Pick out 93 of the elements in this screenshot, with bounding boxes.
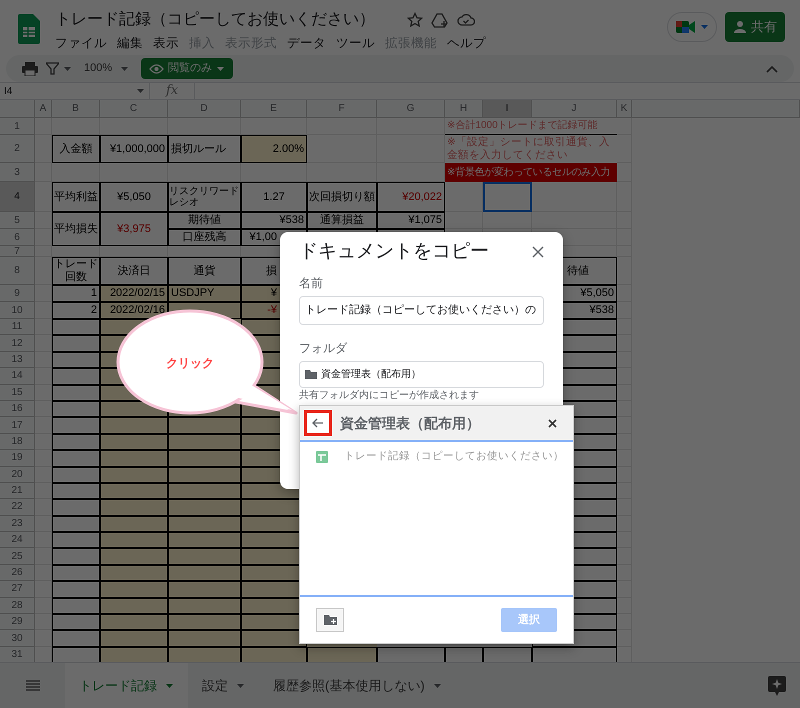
folder-note: 共有フォルダ内にコピーが作成されます bbox=[299, 390, 480, 402]
function-label: fx bbox=[150, 83, 196, 99]
table-cell: 1 bbox=[52, 285, 100, 302]
table-cell: 通貨 bbox=[168, 257, 241, 285]
table-cell: ¥20,022 bbox=[377, 182, 445, 212]
row-header[interactable]: 28 bbox=[0, 598, 35, 614]
table-cell: 1.27 bbox=[241, 182, 307, 212]
zoom-select[interactable]: 100% bbox=[80, 59, 134, 78]
table-cell: トレード回数 bbox=[52, 257, 100, 285]
row-header[interactable]: 29 bbox=[0, 614, 35, 630]
name-box[interactable]: I4 bbox=[0, 83, 150, 99]
folder-field[interactable]: 資金管理表（配布用） bbox=[299, 361, 544, 388]
table-cell: ¥3,975 bbox=[100, 212, 168, 246]
column-header[interactable]: G bbox=[377, 100, 445, 118]
row-header[interactable]: 25 bbox=[0, 548, 35, 565]
table-cell: 期待値 bbox=[168, 212, 241, 229]
row-header[interactable]: 26 bbox=[0, 564, 35, 582]
menu-item[interactable]: 編集 bbox=[112, 34, 148, 53]
table-cell: 2 bbox=[52, 302, 100, 319]
warning-banner: ※背景色が変わっているセルのみ入力 bbox=[445, 163, 617, 182]
column-header[interactable]: B bbox=[52, 100, 100, 118]
table-cell: 損切ルール bbox=[168, 135, 241, 163]
column-header[interactable]: D bbox=[168, 100, 241, 118]
row-header[interactable]: 12 bbox=[0, 335, 35, 352]
column-header[interactable]: H bbox=[445, 100, 483, 118]
table-cell: 通算損益 bbox=[307, 212, 377, 229]
menu-item[interactable]: 表示 bbox=[148, 34, 184, 53]
row-header[interactable]: 9 bbox=[0, 285, 35, 302]
table-cell: リスクリワードレシオ bbox=[168, 182, 241, 212]
row-header[interactable]: 20 bbox=[0, 466, 35, 483]
row-header[interactable]: 13 bbox=[0, 352, 35, 368]
row-header[interactable]: 8 bbox=[0, 257, 35, 285]
row-header[interactable]: 7 bbox=[0, 246, 35, 257]
row-header[interactable]: 30 bbox=[0, 630, 35, 647]
row-header[interactable]: 5 bbox=[0, 212, 35, 229]
row-header[interactable]: 27 bbox=[0, 581, 35, 598]
column-header[interactable]: A bbox=[35, 100, 52, 118]
table-cell: 平均損失 bbox=[52, 212, 100, 246]
field-label: フォルダ bbox=[299, 341, 348, 355]
cell-reference: I4 bbox=[4, 84, 12, 98]
note-text: ※合計1000トレードまで記録可能 bbox=[445, 118, 617, 135]
table-cell: USDJPY bbox=[168, 285, 241, 302]
sheet-tab[interactable]: 履歴参照(基本使用しない) bbox=[259, 663, 456, 708]
column-header[interactable]: F bbox=[307, 100, 377, 118]
name-field[interactable]: トレード記録（コピーしてお使いください）の bbox=[299, 296, 544, 325]
row-header[interactable]: 18 bbox=[0, 434, 35, 450]
table-cell: 決済日 bbox=[100, 257, 168, 285]
menu-item[interactable]: ツール bbox=[331, 34, 380, 53]
table-cell: 平均利益 bbox=[52, 182, 100, 212]
row-header[interactable]: 23 bbox=[0, 516, 35, 532]
table-cell: ¥538 bbox=[241, 212, 307, 229]
share-button[interactable]: 共有 bbox=[725, 12, 785, 42]
menu-item[interactable]: ヘルプ bbox=[442, 34, 491, 53]
file-name: トレード記録（コピーしてお使いください） bbox=[344, 449, 564, 464]
sheet-tab[interactable]: 設定 bbox=[188, 663, 259, 708]
row-header[interactable]: 14 bbox=[0, 368, 35, 385]
row-header[interactable]: 1 bbox=[0, 118, 35, 135]
column-header[interactable]: K bbox=[617, 100, 632, 118]
document-title: トレード記録（コピーしてお使いください） bbox=[55, 10, 375, 30]
picker-title: 資金管理表（配布用） bbox=[340, 414, 480, 433]
row-header[interactable]: 16 bbox=[0, 400, 35, 418]
table-cell: 入金額 bbox=[52, 135, 100, 163]
note-text: ※「設定」シートに取引通貨、入金額を入力してください bbox=[446, 135, 611, 163]
row-header[interactable]: 22 bbox=[0, 499, 35, 516]
table-cell: 口座残高 bbox=[168, 229, 241, 246]
menu-item[interactable]: ファイル bbox=[50, 34, 112, 53]
row-header[interactable]: 11 bbox=[0, 319, 35, 336]
table-cell: ¥1,000,000 bbox=[100, 135, 168, 163]
column-header[interactable]: I bbox=[483, 100, 532, 118]
view-only-button[interactable]: 閲覧のみ bbox=[141, 58, 234, 79]
row-header[interactable]: 2 bbox=[0, 135, 35, 163]
row-header[interactable]: 24 bbox=[0, 532, 35, 548]
table-cell: 次回損切り額 bbox=[307, 182, 377, 212]
row-header[interactable]: 4 bbox=[0, 182, 35, 212]
table-cell: 2022/02/15 bbox=[100, 285, 168, 302]
column-header[interactable]: C bbox=[100, 100, 168, 118]
table-cell: ¥5,050 bbox=[100, 182, 168, 212]
menu-item[interactable]: データ bbox=[282, 34, 331, 53]
row-header[interactable]: 6 bbox=[0, 229, 35, 246]
row-header[interactable]: 19 bbox=[0, 450, 35, 467]
row-header[interactable]: 10 bbox=[0, 302, 35, 319]
row-header[interactable]: 15 bbox=[0, 384, 35, 401]
column-header[interactable]: J bbox=[532, 100, 617, 118]
callout-text: クリック bbox=[166, 355, 214, 372]
table-cell: 2.00% bbox=[241, 135, 307, 163]
row-header[interactable]: 17 bbox=[0, 417, 35, 434]
sheet-tab[interactable]: トレード記録 bbox=[65, 663, 188, 708]
table-cell: ¥1,075 bbox=[377, 212, 445, 229]
column-header[interactable]: E bbox=[241, 100, 307, 118]
folder-name: 資金管理表（配布用） bbox=[321, 368, 421, 382]
row-header[interactable]: 3 bbox=[0, 163, 35, 182]
row-header[interactable]: 21 bbox=[0, 482, 35, 500]
file-item[interactable]: トレード記録（コピーしてお使いください） bbox=[300, 442, 573, 472]
